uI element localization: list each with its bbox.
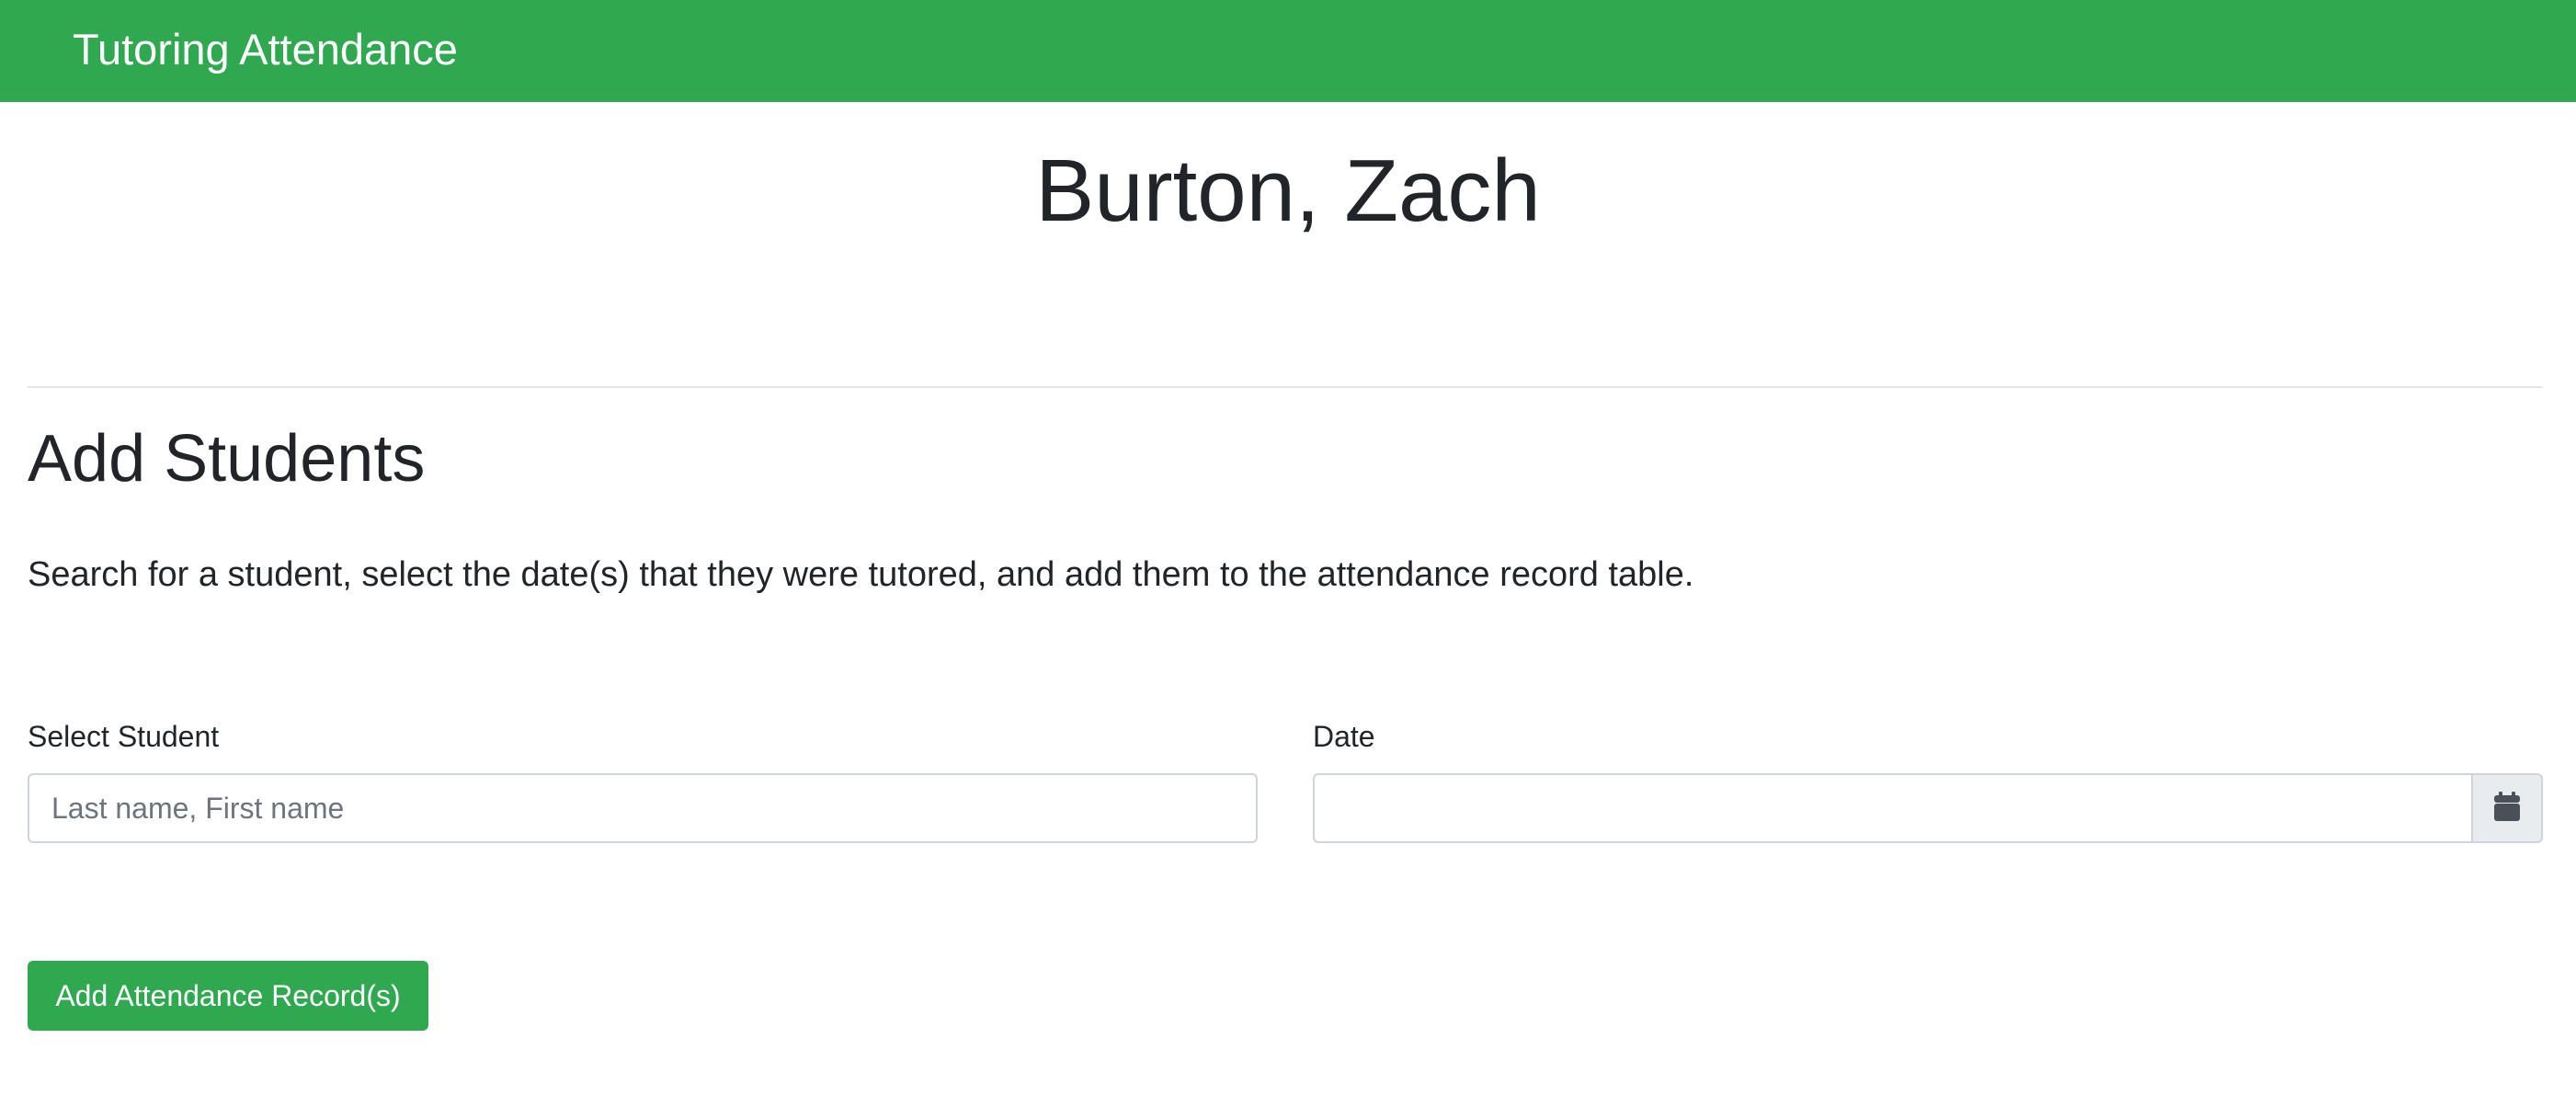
date-input-group [1313,773,2543,843]
calendar-icon [2494,791,2520,826]
select-student-label: Select Student [28,720,220,753]
top-navbar: Tutoring Attendance [0,0,2576,102]
student-search-input[interactable] [28,773,1258,843]
section-heading: Add Students [28,422,426,496]
add-attendance-button[interactable]: Add Attendance Record(s) [28,961,428,1031]
section-divider [28,386,2543,388]
date-input[interactable] [1313,773,2471,843]
section-description: Search for a student, select the date(s)… [28,555,1694,594]
brand-link[interactable]: Tutoring Attendance [73,24,458,75]
page-title: Burton, Zach [1035,142,1541,240]
calendar-button[interactable] [2471,773,2543,843]
date-label: Date [1313,720,1375,753]
